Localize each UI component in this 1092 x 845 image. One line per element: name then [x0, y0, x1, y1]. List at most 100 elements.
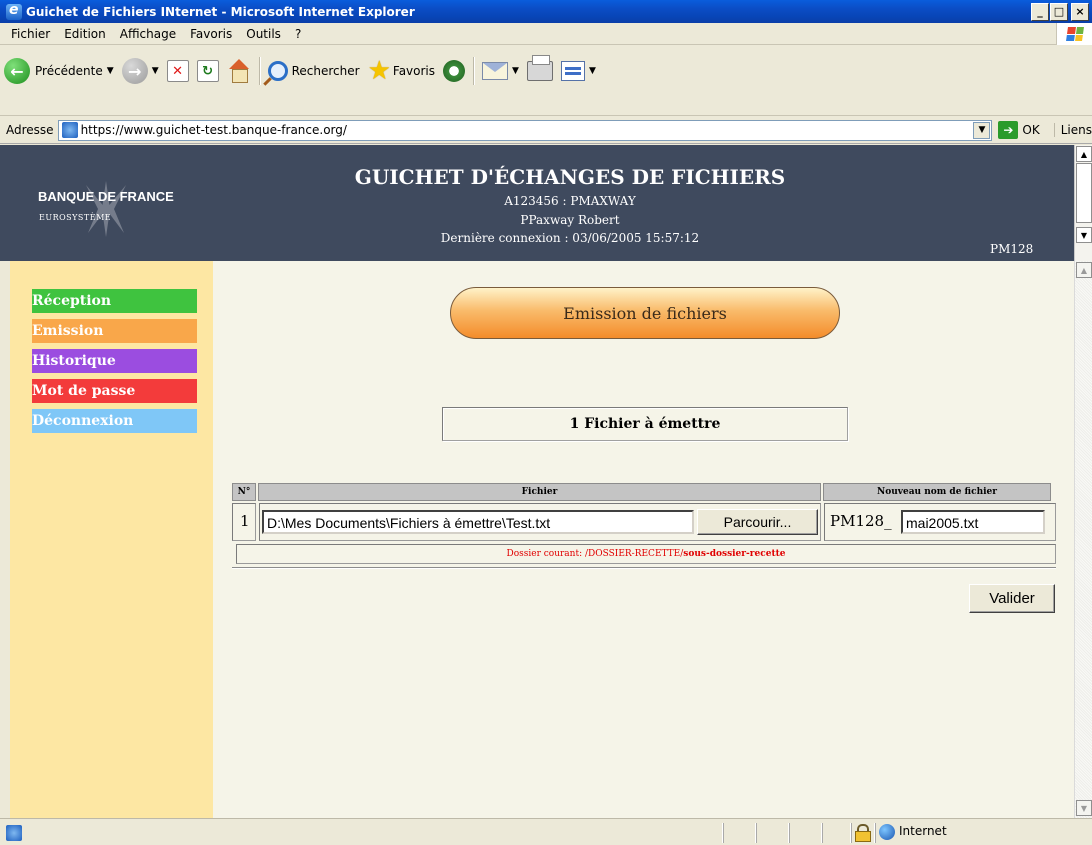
- favorites-label: Favoris: [392, 64, 436, 78]
- scroll-up-icon[interactable]: ▲: [1076, 262, 1092, 278]
- address-bar: Adresse https://www.guichet-test.banque-…: [0, 117, 1092, 144]
- mail-button[interactable]: ▼: [478, 53, 523, 89]
- address-label: Adresse: [6, 123, 54, 137]
- scroll-down-icon[interactable]: ▼: [1076, 800, 1092, 816]
- edit-button[interactable]: ▼: [557, 53, 600, 89]
- sidebar-item-historique[interactable]: Historique: [32, 349, 197, 373]
- status-cell: [789, 823, 821, 843]
- banque-de-france-logo: BANQUE DE FRANCE EUROSYSTÈME: [38, 181, 188, 237]
- go-arrow-icon: ➔: [998, 121, 1019, 139]
- scroll-thumb[interactable]: [1076, 163, 1092, 223]
- file-count-box: 1 Fichier à émettre: [442, 407, 848, 441]
- header-num: N°: [232, 483, 256, 501]
- sidebar-item-emission[interactable]: Emission: [32, 319, 197, 343]
- menu-edition[interactable]: Edition: [57, 27, 113, 41]
- chevron-down-icon[interactable]: ▼: [152, 66, 159, 76]
- page-status-icon: [6, 825, 22, 841]
- star-icon: ★: [367, 56, 391, 86]
- history-button[interactable]: [439, 53, 469, 89]
- status-cell: [756, 823, 788, 843]
- header-file: Fichier: [258, 483, 821, 501]
- internet-globe-icon: [879, 824, 895, 840]
- file-cell: D:\Mes Documents\Fichiers à émettre\Test…: [259, 503, 821, 541]
- sidebar-item-deconnexion[interactable]: Déconnexion: [32, 409, 197, 433]
- address-url[interactable]: https://www.guichet-test.banque-france.o…: [81, 123, 974, 137]
- browse-button[interactable]: Parcourir...: [697, 509, 818, 535]
- refresh-button[interactable]: ↻: [193, 53, 223, 89]
- new-name-cell: PM128_ mai2005.txt: [824, 503, 1056, 541]
- home-button[interactable]: [223, 53, 255, 89]
- ie-logo-icon: [6, 2, 22, 20]
- user-name: PPaxway Robert: [520, 213, 620, 227]
- home-icon: [227, 59, 251, 83]
- back-button[interactable]: ← Précédente ▼: [0, 53, 118, 89]
- current-folder-label: Dossier courant:: [506, 549, 585, 559]
- go-button[interactable]: ➔ OK: [998, 121, 1040, 139]
- row-number: 1: [232, 503, 256, 541]
- search-label: Rechercher: [291, 64, 360, 78]
- sidebar-item-reception[interactable]: Réception: [32, 289, 197, 313]
- print-button[interactable]: [523, 53, 557, 89]
- logo-subtitle: EUROSYSTÈME: [39, 213, 112, 222]
- sidebar: Réception Emission Historique Mot de pas…: [0, 261, 213, 818]
- main-scrollbar[interactable]: ▲ ▼: [1074, 261, 1092, 818]
- menu-affichage[interactable]: Affichage: [113, 27, 183, 41]
- stop-button[interactable]: ✕: [163, 53, 193, 89]
- menu-favoris[interactable]: Favoris: [183, 27, 239, 41]
- stop-icon: ✕: [166, 60, 189, 82]
- refresh-icon: ↻: [196, 60, 219, 82]
- security-zone-label: Internet: [899, 824, 947, 838]
- search-icon: [267, 61, 288, 81]
- back-label: Précédente: [35, 64, 103, 78]
- toolbar-separator: [473, 57, 475, 85]
- back-arrow-icon: ←: [4, 58, 30, 84]
- header-scrollbar[interactable]: ▲ ▼: [1074, 145, 1092, 261]
- mail-icon: [482, 62, 509, 80]
- window-title-bar[interactable]: Guichet de Fichiers INternet - Microsoft…: [0, 0, 1092, 23]
- chevron-down-icon[interactable]: ▼: [973, 121, 991, 139]
- status-bar: Internet: [0, 818, 1092, 845]
- menu-bar: Fichier Edition Affichage Favoris Outils…: [0, 23, 1092, 45]
- logo-name: BANQUE DE FRANCE: [38, 189, 174, 204]
- status-cell: [822, 823, 850, 843]
- lock-icon: [855, 824, 871, 842]
- user-id: A123456 : PMAXWAY: [504, 194, 636, 208]
- main-content: Emission de fichiers 1 Fichier à émettre…: [213, 261, 1074, 818]
- logo-emblem-icon: [86, 181, 126, 237]
- forward-button[interactable]: → ▼: [118, 53, 163, 89]
- scroll-down-icon[interactable]: ▼: [1076, 227, 1092, 243]
- table-divider: [232, 567, 1056, 569]
- file-path-input[interactable]: D:\Mes Documents\Fichiers à émettre\Test…: [262, 510, 694, 534]
- section-title-banner: Emission de fichiers: [450, 287, 840, 339]
- current-folder-sub: sous-dossier-recette: [683, 549, 786, 559]
- favorites-button[interactable]: ★ Favoris: [364, 53, 439, 89]
- submit-button[interactable]: Valider: [969, 584, 1055, 613]
- header-code: PM128: [990, 242, 1034, 256]
- search-button[interactable]: Rechercher: [264, 53, 364, 89]
- minimize-button[interactable]: _: [1031, 2, 1049, 21]
- links-button[interactable]: Liens: [1053, 123, 1092, 137]
- page-viewport: BANQUE DE FRANCE EUROSYSTÈME GUICHET D'É…: [0, 145, 1092, 818]
- menu-fichier[interactable]: Fichier: [4, 27, 57, 41]
- chevron-down-icon[interactable]: ▼: [107, 66, 114, 76]
- toolbar: ← Précédente ▼ → ▼ ✕ ↻ Rechercher ★ Favo…: [0, 46, 1092, 116]
- new-name-prefix: PM128_: [830, 512, 892, 530]
- menu-outils[interactable]: Outils: [239, 27, 288, 41]
- chevron-down-icon[interactable]: ▼: [589, 66, 596, 76]
- menu-help[interactable]: ?: [288, 27, 308, 41]
- scroll-up-icon[interactable]: ▲: [1076, 146, 1092, 162]
- go-label: OK: [1022, 123, 1040, 137]
- table-header-row: N° Fichier Nouveau nom de fichier: [232, 483, 1053, 503]
- last-login: Dernière connexion : 03/06/2005 15:57:12: [440, 231, 700, 245]
- address-input[interactable]: https://www.guichet-test.banque-france.o…: [57, 119, 993, 141]
- maximize-button[interactable]: □: [1050, 2, 1068, 21]
- history-icon: [443, 60, 466, 82]
- page-icon: [61, 122, 78, 138]
- sidebar-item-mot-de-passe[interactable]: Mot de passe: [32, 379, 197, 403]
- chevron-down-icon[interactable]: ▼: [512, 66, 519, 76]
- window-title: Guichet de Fichiers INternet - Microsoft…: [26, 4, 415, 19]
- close-button[interactable]: ×: [1071, 2, 1089, 21]
- site-title: GUICHET D'ÉCHANGES DE FICHIERS: [354, 165, 786, 189]
- edit-icon: [560, 61, 585, 81]
- new-name-input[interactable]: mai2005.txt: [901, 510, 1045, 534]
